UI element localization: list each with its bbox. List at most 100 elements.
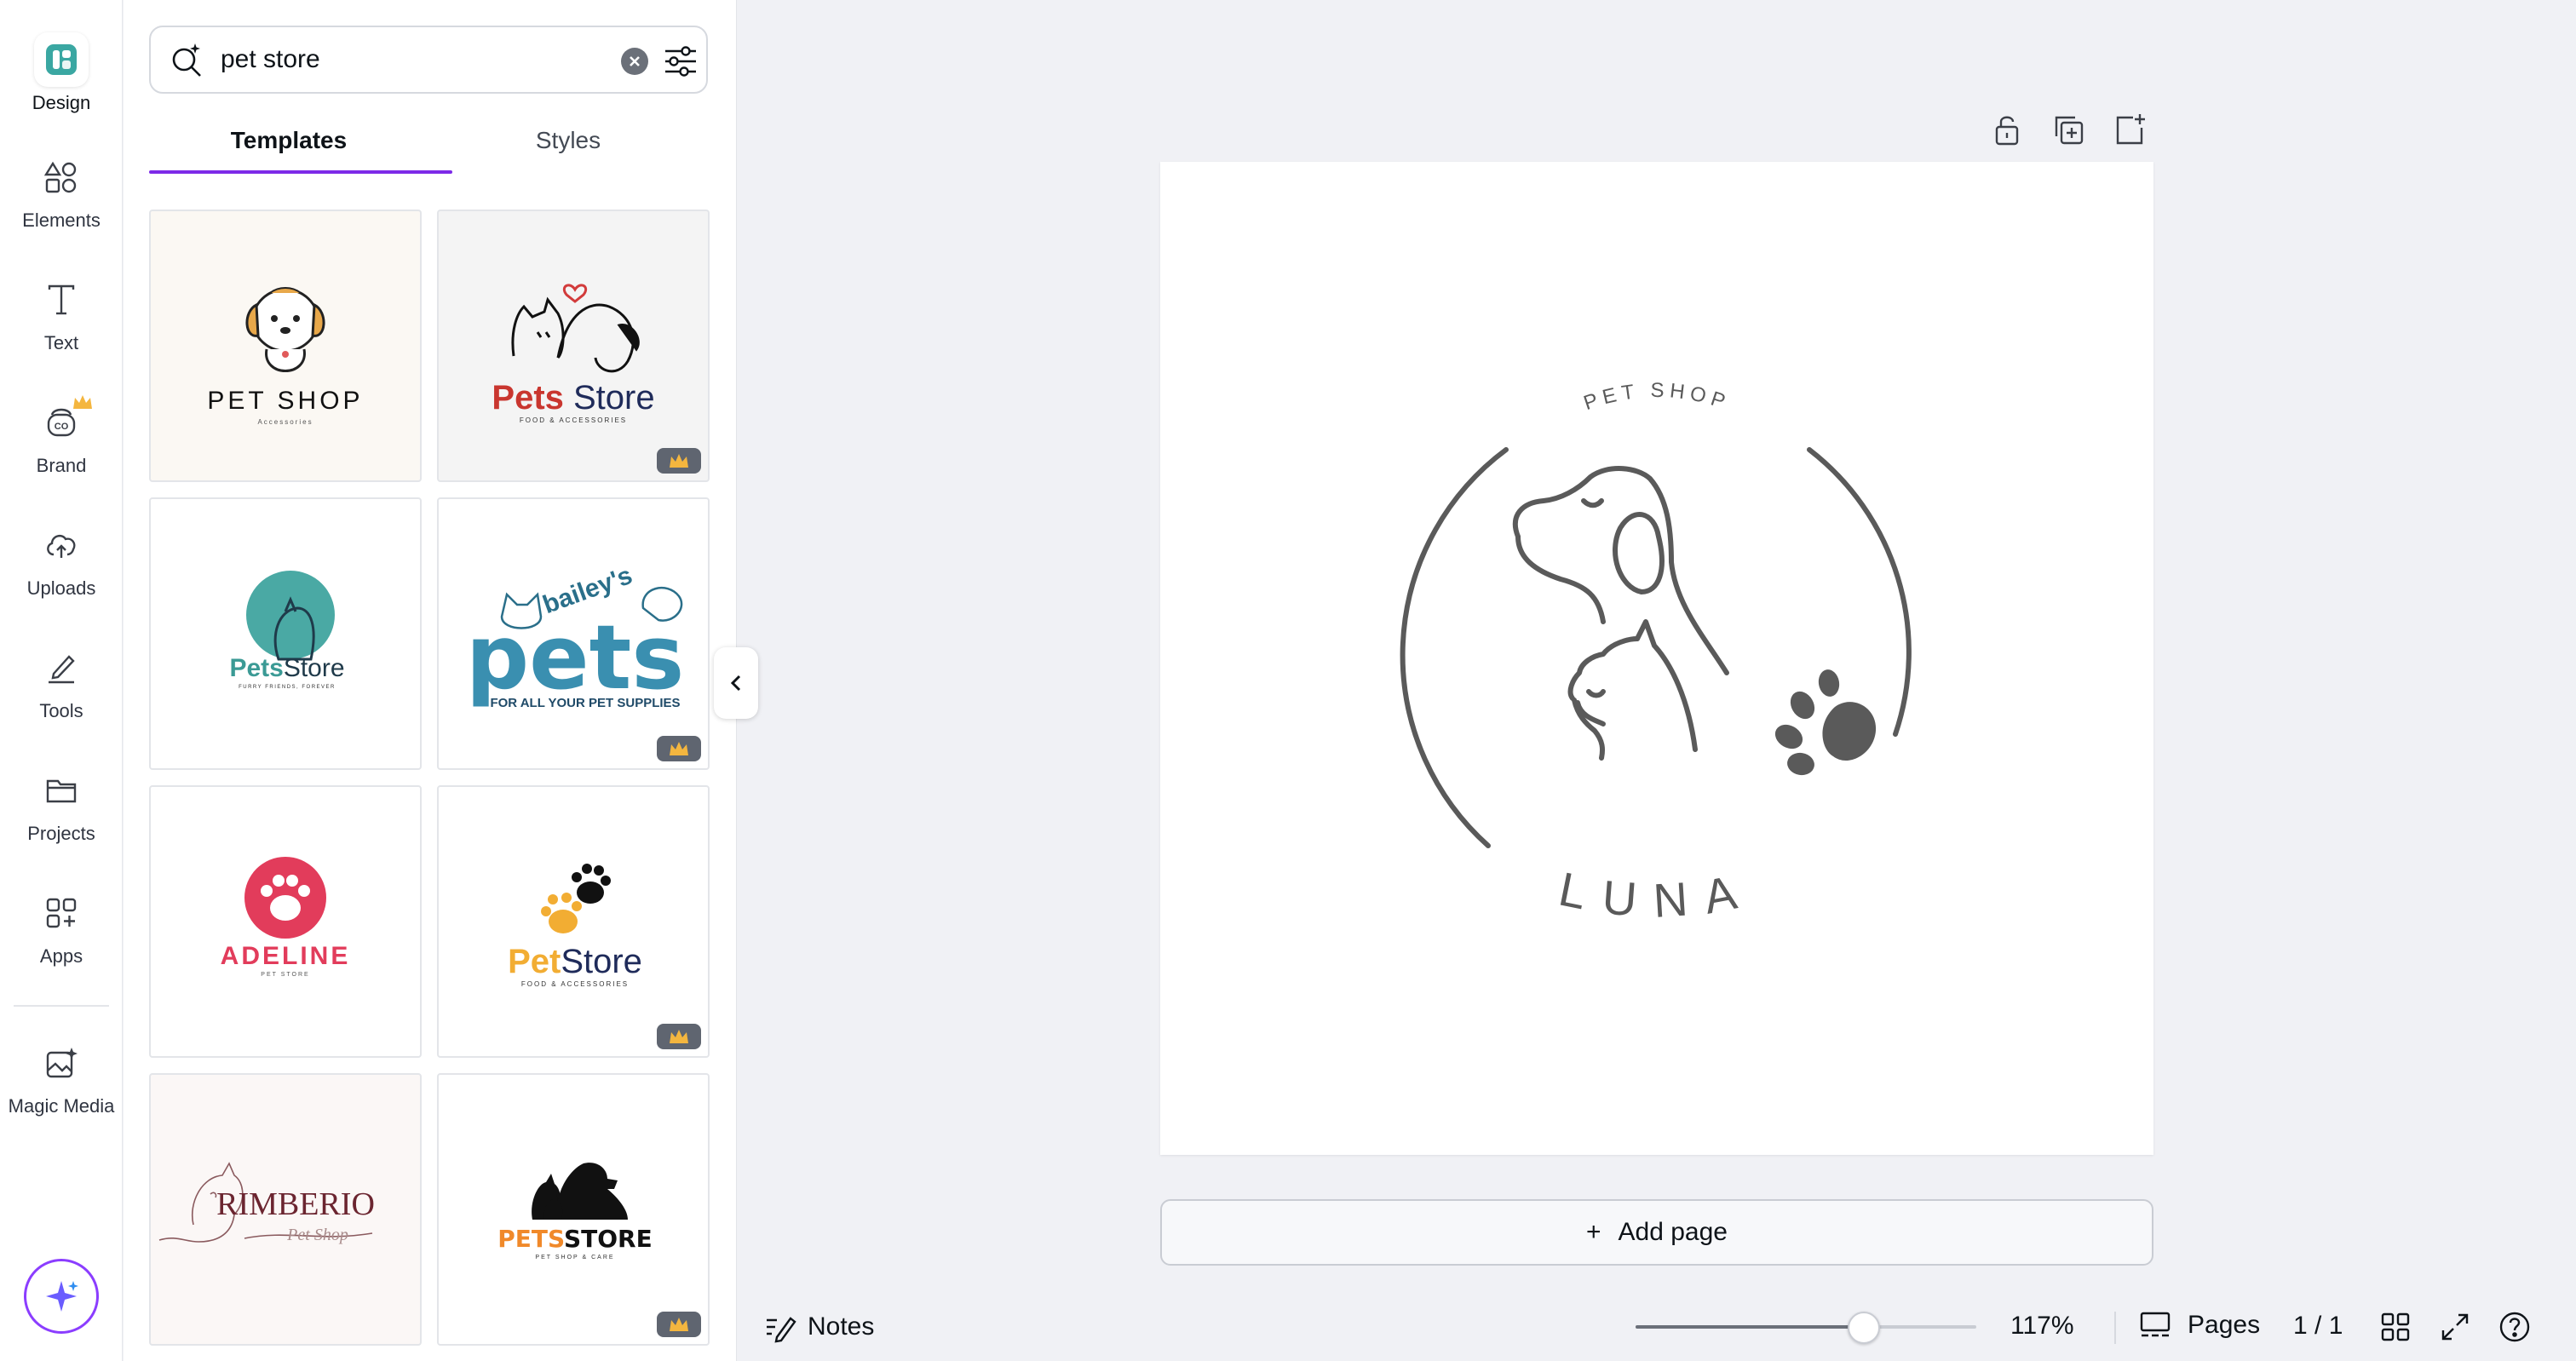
rail-label: Design bbox=[32, 92, 91, 113]
logo-top-text: PET SHOP bbox=[1581, 379, 1733, 415]
crown-icon bbox=[670, 1318, 688, 1331]
dog-cat-line-illustration bbox=[1512, 466, 1729, 761]
card-title: PetsStore bbox=[229, 654, 344, 682]
template-card[interactable]: PetsStore FURRY FRIENDS, FOREVER bbox=[149, 497, 422, 770]
bottom-bar: Notes 117% Pages 1 / 1 bbox=[738, 1295, 2576, 1361]
card-title: PET SHOP bbox=[207, 387, 363, 415]
pages-icon bbox=[2140, 1312, 2171, 1337]
template-card[interactable]: Pets Store FOOD & ACCESSORIES bbox=[437, 210, 710, 482]
crown-icon bbox=[73, 395, 92, 409]
rail-label: Tools bbox=[39, 700, 83, 721]
rail-label: Apps bbox=[39, 945, 83, 967]
add-page-button[interactable]: + Add page bbox=[1160, 1199, 2153, 1266]
card-subtitle: Pet Shop bbox=[286, 1226, 348, 1244]
rail-label: Elements bbox=[22, 210, 101, 231]
card-title: PetStore bbox=[508, 943, 642, 980]
card-subtitle: FURRY FRIENDS, FOREVER bbox=[239, 685, 336, 690]
card-subtitle: PET SHOP & CARE bbox=[535, 1255, 614, 1261]
uploads-icon bbox=[34, 518, 89, 572]
fullscreen-icon[interactable] bbox=[2438, 1310, 2472, 1344]
search-input[interactable] bbox=[221, 45, 595, 74]
search-box bbox=[149, 26, 708, 94]
duplicate-page-icon[interactable] bbox=[2050, 111, 2087, 148]
add-page-icon[interactable] bbox=[2111, 111, 2148, 148]
clear-search-button[interactable] bbox=[621, 48, 648, 75]
premium-badge bbox=[657, 1312, 701, 1337]
crown-icon bbox=[670, 1030, 688, 1043]
cat-dog-line-illustration bbox=[511, 296, 640, 373]
zoom-slider-fill bbox=[1636, 1325, 1864, 1329]
puppy-illustration bbox=[245, 287, 325, 372]
active-tab-indicator bbox=[149, 170, 452, 174]
paw-circle-logo bbox=[244, 857, 326, 939]
card-subtitle: PET STORE bbox=[261, 972, 309, 978]
rail-item-uploads[interactable]: Uploads bbox=[0, 518, 123, 600]
zoom-slider-thumb[interactable] bbox=[1847, 1312, 1880, 1344]
notes-label: Notes bbox=[808, 1312, 875, 1341]
paw-print-icon bbox=[1774, 669, 1877, 776]
card-title: pets bbox=[466, 606, 685, 709]
page-count: 1 / 1 bbox=[2293, 1312, 2343, 1340]
tab-templates[interactable]: Templates bbox=[149, 119, 428, 175]
zoom-slider[interactable] bbox=[1636, 1312, 1976, 1344]
add-page-label: Add page bbox=[1618, 1218, 1728, 1246]
pet-silhouettes-logo bbox=[532, 1163, 628, 1220]
rail-label: Uploads bbox=[26, 577, 96, 599]
templates-panel: Templates Styles PET SHOP Accessories bbox=[124, 0, 737, 1361]
left-rail: Design Elements Text CO Brand Uploads To… bbox=[0, 0, 123, 1361]
rail-item-projects[interactable]: Projects bbox=[0, 763, 123, 845]
template-card[interactable]: PET SHOP Accessories bbox=[149, 210, 422, 482]
card-subtitle: FOOD & ACCESSORIES bbox=[521, 980, 629, 988]
template-card[interactable]: bailey's pets FOR ALL YOUR PET SUPPLIES bbox=[437, 497, 710, 770]
rail-item-tools[interactable]: Tools bbox=[0, 640, 123, 722]
heart-icon bbox=[562, 284, 588, 303]
brand-icon: CO bbox=[34, 395, 92, 450]
rail-item-design[interactable]: Design bbox=[0, 32, 123, 114]
tools-icon bbox=[34, 640, 89, 695]
teal-circle-logo bbox=[246, 571, 335, 659]
template-card[interactable]: PetStore FOOD & ACCESSORIES bbox=[437, 785, 710, 1058]
sparkle-icon bbox=[46, 1281, 78, 1312]
template-card[interactable]: RIMBERIO Pet Shop bbox=[149, 1073, 422, 1346]
close-icon bbox=[630, 56, 640, 66]
logo-name-text: LUNA bbox=[1555, 862, 1759, 927]
pages-label: Pages bbox=[2188, 1311, 2261, 1339]
rail-item-magic-media[interactable]: Magic Media bbox=[0, 1036, 123, 1117]
notes-button[interactable]: Notes bbox=[763, 1310, 874, 1344]
premium-badge bbox=[657, 736, 701, 761]
crown-icon bbox=[670, 742, 688, 755]
template-card[interactable]: PETSSTORE PET SHOP & CARE bbox=[437, 1073, 710, 1346]
rail-item-brand[interactable]: CO Brand bbox=[0, 395, 123, 477]
magic-assistant-button[interactable] bbox=[24, 1259, 99, 1334]
rail-item-text[interactable]: Text bbox=[0, 273, 123, 354]
tab-styles[interactable]: Styles bbox=[428, 119, 708, 175]
premium-badge bbox=[657, 1024, 701, 1049]
design-icon bbox=[34, 32, 89, 87]
magic-media-icon bbox=[34, 1036, 89, 1090]
filter-icon[interactable] bbox=[662, 43, 699, 80]
rail-label: Magic Media bbox=[8, 1095, 115, 1117]
rail-item-elements[interactable]: Elements bbox=[0, 150, 123, 232]
zoom-level[interactable]: 117% bbox=[2010, 1312, 2074, 1341]
card-subtitle: FOOD & ACCESSORIES bbox=[520, 416, 627, 424]
pages-button[interactable]: Pages bbox=[2138, 1308, 2260, 1342]
help-icon[interactable] bbox=[2498, 1310, 2532, 1344]
card-title: RIMBERIO bbox=[216, 1186, 375, 1222]
template-card[interactable]: ADELINE PET STORE bbox=[149, 785, 422, 1058]
rail-item-apps[interactable]: Apps bbox=[0, 886, 123, 968]
elements-icon bbox=[34, 150, 89, 204]
notes-icon bbox=[767, 1317, 796, 1343]
svg-text:CO: CO bbox=[55, 422, 69, 432]
apps-icon bbox=[34, 886, 89, 940]
chevron-left-icon bbox=[730, 675, 741, 692]
rail-label: Text bbox=[43, 332, 79, 353]
panel-tabs: Templates Styles bbox=[149, 119, 708, 175]
divider bbox=[2114, 1312, 2116, 1344]
card-subtitle: Accessories bbox=[257, 418, 313, 426]
design-canvas[interactable]: PET SHOP LUNA bbox=[1160, 162, 2153, 1155]
paw-prints-logo bbox=[541, 864, 611, 933]
collapse-panel-button[interactable] bbox=[714, 647, 758, 719]
lock-icon[interactable] bbox=[1988, 111, 2026, 148]
rail-label: Brand bbox=[36, 455, 87, 476]
grid-view-icon[interactable] bbox=[2378, 1310, 2412, 1344]
